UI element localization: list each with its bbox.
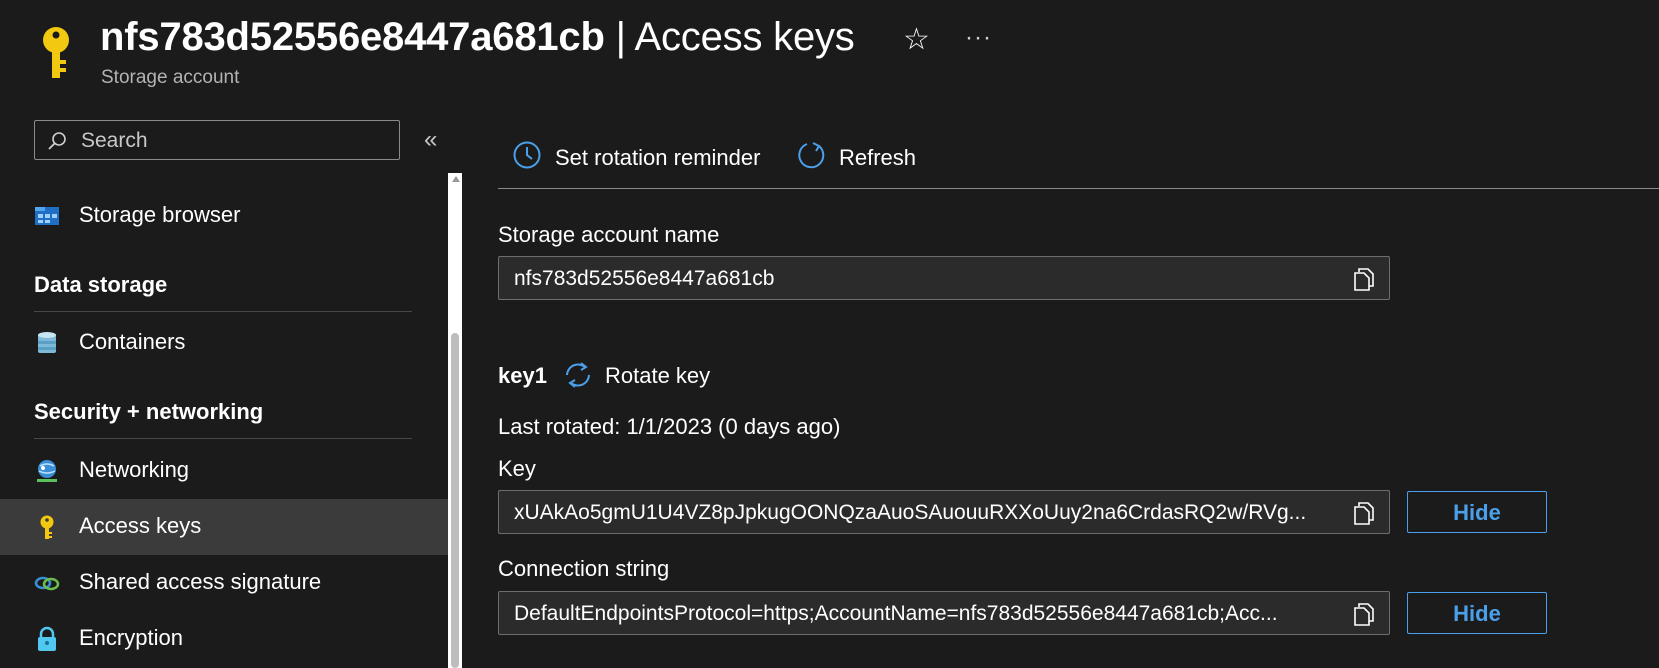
sidebar-item-networking[interactable]: Networking <box>0 443 448 499</box>
toolbar-divider <box>498 188 1659 189</box>
toolbar-button-label: Set rotation reminder <box>555 145 761 170</box>
networking-icon <box>37 460 57 482</box>
storage-account-name-value: nfs783d52556e8447a681cb <box>514 267 775 290</box>
hide-connection-string-button[interactable]: Hide <box>1407 592 1547 634</box>
page-title-text: Access keys <box>634 15 855 59</box>
page-title: nfs783d52556e8447a681cb | Access keys <box>100 12 855 62</box>
storage-browser-icon <box>35 207 59 225</box>
storage-account-name-field[interactable]: nfs783d52556e8447a681cb <box>498 256 1390 300</box>
copy-icon[interactable] <box>1353 501 1375 525</box>
section-data-storage: Data storage <box>34 272 168 297</box>
key1-title: key1 <box>498 363 547 388</box>
scrollbar-thumb[interactable] <box>451 333 459 668</box>
clock-icon <box>513 141 541 169</box>
scroll-up-arrow-icon[interactable] <box>452 176 460 182</box>
containers-icon <box>38 332 56 353</box>
sidebar-item-access-keys[interactable]: Access keys <box>0 499 448 555</box>
sidebar-item-label: Containers <box>79 329 186 354</box>
connection-string-field[interactable]: DefaultEndpointsProtocol=https;AccountNa… <box>498 591 1390 635</box>
key-icon <box>40 515 54 539</box>
lock-icon <box>38 626 56 651</box>
page-subtitle: Storage account <box>101 67 240 88</box>
key-header-icon <box>38 26 74 80</box>
storage-account-name-label: Storage account name <box>498 222 720 247</box>
sidebar-item-encryption[interactable]: Encryption <box>0 611 448 667</box>
connection-string-label: Connection string <box>498 556 670 581</box>
sidebar-item-label: Shared access signature <box>79 569 322 594</box>
search-input[interactable] <box>79 127 383 155</box>
rotate-key-label: Rotate key <box>605 363 711 388</box>
rotate-key-button[interactable]: Rotate key <box>563 359 723 393</box>
key-value: xUAkAo5gmU1U4VZ8pJpkugOONQzaAuoSAuouuRXX… <box>514 501 1307 524</box>
copy-icon[interactable] <box>1353 602 1375 626</box>
search-icon <box>48 132 66 150</box>
sidebar-item-label: Storage browser <box>79 202 241 227</box>
section-security-networking: Security + networking <box>34 399 264 424</box>
key-field[interactable]: xUAkAo5gmU1U4VZ8pJpkugOONQzaAuoSAuouuRXX… <box>498 490 1390 534</box>
key-label: Key <box>498 456 536 481</box>
sidebar-item-containers[interactable]: Containers <box>0 315 448 371</box>
hide-key-button[interactable]: Hide <box>1407 491 1547 533</box>
connection-string-value: DefaultEndpointsProtocol=https;AccountNa… <box>514 602 1278 625</box>
account-name-title: nfs783d52556e8447a681cb <box>100 15 605 59</box>
more-options-icon[interactable]: ··· <box>965 20 992 56</box>
last-rotated-text: Last rotated: 1/1/2023 (0 days ago) <box>498 414 841 439</box>
sidebar-item-shared-access-signature[interactable]: Shared access signature <box>0 555 448 611</box>
copy-icon[interactable] <box>1353 267 1375 291</box>
favorite-star-icon[interactable]: ☆ <box>903 20 930 60</box>
sidebar-item-label: Access keys <box>79 513 202 538</box>
sidebar-item-storage-browser[interactable]: Storage browser <box>0 188 448 244</box>
section-divider <box>34 311 412 312</box>
title-separator: | <box>604 15 635 59</box>
rotate-icon <box>566 362 590 388</box>
section-divider <box>34 438 412 439</box>
collapse-sidebar-icon[interactable]: « <box>424 125 437 155</box>
refresh-icon <box>798 142 825 169</box>
sidebar-search[interactable] <box>34 120 400 160</box>
sidebar-item-label: Networking <box>79 457 190 482</box>
link-icon <box>34 576 60 591</box>
sidebar-item-label: Encryption <box>79 625 183 650</box>
set-rotation-reminder-button[interactable]: Set rotation reminder <box>512 140 772 176</box>
toolbar-button-label: Refresh <box>839 145 917 170</box>
refresh-button[interactable]: Refresh <box>796 140 926 176</box>
